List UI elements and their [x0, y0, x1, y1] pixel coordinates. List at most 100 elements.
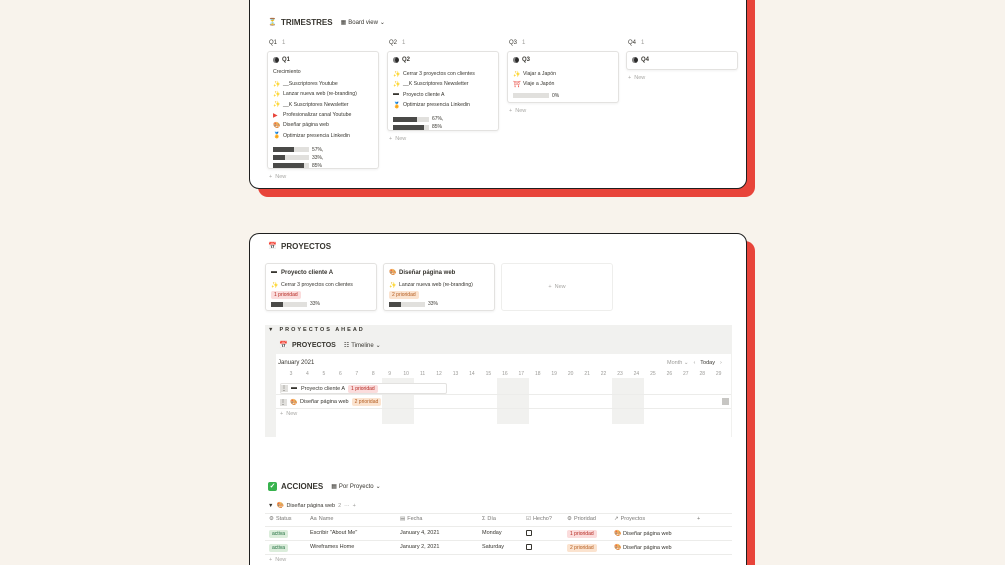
new-button[interactable]: + New [269, 174, 286, 180]
chevron-left-icon[interactable]: ‹ [693, 360, 695, 366]
progress-fill [273, 155, 285, 161]
col-header-hecho[interactable]: ☑ Hecho? [526, 516, 552, 522]
board-card-q2[interactable]: Q2 ✨ Cerrar 3 proyectos con clientes ✨ __K… [387, 51, 499, 131]
board-card-q1[interactable]: Q1 Crecimiento ✨ __Suscriptores Youtube ✨… [267, 51, 379, 169]
new-button[interactable]: + New [280, 411, 297, 417]
group-header[interactable]: ▼ 🎨 Diseñar página web 2 ··· + [268, 502, 356, 510]
priority-cell[interactable]: 1 prioridad [567, 530, 597, 538]
new-button[interactable]: + New [628, 75, 645, 81]
toggle-header[interactable]: ▼ PROYECTOS AHEAD [268, 327, 365, 333]
column-header-q4[interactable]: Q4 1 [628, 40, 644, 46]
priority-tag: 1 prioridad [348, 384, 378, 393]
relation-item[interactable]: ✨ __Suscriptores Youtube [273, 79, 373, 89]
board-card-q4[interactable]: Q4 [626, 51, 738, 70]
open-icon[interactable] [722, 398, 729, 405]
new-button[interactable]: + New [389, 136, 406, 142]
date-cell[interactable]: January 4, 2021 [400, 530, 439, 536]
view-switcher[interactable]: ▦ Por Proyecto ⌄ [331, 483, 380, 491]
progress-fill [273, 147, 294, 153]
done-cell[interactable] [526, 544, 532, 550]
col-header-name[interactable]: Aa Name [310, 516, 333, 522]
scale-select[interactable]: Month ⌄ [667, 360, 688, 366]
checkbox[interactable] [526, 530, 532, 536]
more-icon[interactable]: ··· [344, 503, 350, 509]
medal-icon: 🏅 [393, 102, 401, 109]
relation-item[interactable]: ✨ __K Suscriptores Newsletter [273, 100, 373, 110]
progress-bar [393, 116, 429, 122]
col-header-status[interactable]: ⚙ Status [269, 516, 292, 522]
card-title: Q1 [282, 57, 291, 63]
relation-label: __K Suscriptores Newsletter [403, 81, 469, 88]
column-header-q1[interactable]: Q1 1 [269, 40, 285, 46]
relation-item[interactable]: ✨ Lanzar nueva web (re-branding) [389, 280, 489, 290]
status-cell[interactable]: activa [269, 544, 289, 552]
status-cell[interactable]: activa [269, 530, 289, 538]
drag-handle-icon[interactable]: ⋮ [280, 398, 287, 406]
relation-label: Viajar a Japón [523, 71, 557, 78]
weekend-column [612, 378, 644, 424]
table-icon: ▦ [331, 484, 337, 490]
card-title: Q2 [402, 57, 411, 63]
new-button[interactable]: + New [509, 108, 526, 114]
timeline-icon: ☷ [343, 343, 350, 349]
relation-item[interactable]: ▬ Proyecto cliente A [393, 90, 493, 100]
col-header-dia[interactable]: Σ Día [482, 516, 496, 522]
col-header-prioridad[interactable]: ⚙ Prioridad [567, 516, 596, 522]
name-cell[interactable]: Wireframes Home [310, 544, 354, 550]
project-cell[interactable]: 🎨 Diseñar página web [614, 544, 672, 552]
relation-arrow-icon: ↗ [614, 516, 619, 522]
col-label: Proyectos [620, 516, 646, 522]
relation-item[interactable]: ⛩ Viaje a Japón [513, 79, 613, 89]
progress-row: 33% [389, 300, 489, 308]
progress-label: 67%, [432, 116, 444, 123]
new-label: New [395, 136, 407, 142]
project-cell[interactable]: 🎨 Diseñar página web [614, 530, 672, 538]
moon-icon [632, 57, 638, 63]
relation-label: __Suscriptores Youtube [283, 81, 338, 88]
col-label: Prioridad [573, 516, 596, 522]
checkbox[interactable] [526, 544, 532, 550]
gallery-card-proyecto-a[interactable]: ▬ Proyecto cliente A ✨ Cerrar 3 proyectos … [265, 263, 377, 311]
col-header-proyectos[interactable]: ↗ Proyectos [614, 516, 645, 522]
calendar-icon: ▤ [400, 516, 406, 522]
text-icon: Aa [310, 516, 317, 522]
progress-bar [513, 93, 549, 99]
view-switcher[interactable]: ▦ Board view ⌄ [341, 19, 385, 27]
priority-cell[interactable]: 2 prioridad [567, 544, 597, 552]
gallery-new-card[interactable]: + New [501, 263, 613, 311]
relation-item[interactable]: 🏅 Optimizar presencia Linkedin [393, 100, 493, 110]
relation-item[interactable]: ✨ Lanzar nueva web (re-branding) [273, 89, 373, 99]
relation-item[interactable]: ✨ __K Suscriptores Newsletter [393, 79, 493, 89]
monitor-icon: ▬ [271, 269, 277, 275]
timeline-row[interactable]: ⋮ 🎨 Diseñar página web 2 prioridad [280, 397, 382, 407]
board-card-q3[interactable]: Q3 ✨ Viajar a Japón ⛩ Viaje a Japón 0% [507, 51, 619, 103]
view-switcher[interactable]: ☷ Timeline ⌄ [343, 342, 381, 350]
relation-item[interactable]: ✨ Viajar a Japón [513, 69, 613, 79]
today-button[interactable]: Today [700, 360, 715, 366]
name-cell[interactable]: Escribir "About Me" [310, 530, 357, 536]
column-header-q3[interactable]: Q3 1 [509, 40, 525, 46]
relation-item[interactable]: 🏅 Optimizar presencia Linkedin [273, 130, 373, 140]
col-header-fecha[interactable]: ▤ Fecha [400, 516, 423, 522]
relation-item[interactable]: ✨ Cerrar 3 proyectos con clientes [393, 69, 493, 79]
relation-item[interactable]: 🎨 Diseñar página web [273, 120, 373, 130]
timeline-row[interactable]: ⋮ ▬ Proyecto cliente A 1 prioridad [280, 383, 447, 394]
priority-tag: 1 prioridad [567, 530, 597, 538]
column-name: Q2 [389, 40, 398, 46]
gallery-card-disenar-web[interactable]: 🎨 Diseñar página web ✨ Lanzar nueva web (r… [383, 263, 495, 311]
new-button[interactable]: + New [269, 557, 286, 563]
column-header-q2[interactable]: Q2 1 [389, 40, 405, 46]
palette-icon: 🎨 [614, 531, 622, 537]
drag-handle-icon[interactable]: ⋮ [281, 385, 288, 392]
add-column-button[interactable]: + [697, 516, 700, 522]
palette-icon: 🎨 [290, 399, 298, 406]
plus-icon[interactable]: + [353, 503, 356, 509]
relation-item[interactable]: ✨ Cerrar 3 proyectos con clientes [271, 280, 371, 290]
done-cell[interactable] [526, 530, 532, 536]
status-badge: activa [269, 530, 289, 538]
chevron-right-icon[interactable]: › [720, 360, 722, 366]
timeline-day: 27 [683, 371, 689, 377]
date-cell[interactable]: January 2, 2021 [400, 544, 439, 550]
relation-item[interactable]: ▶ Profesionalizar canal Youtube [273, 110, 373, 120]
priority-tag: 2 prioridad [567, 544, 597, 552]
